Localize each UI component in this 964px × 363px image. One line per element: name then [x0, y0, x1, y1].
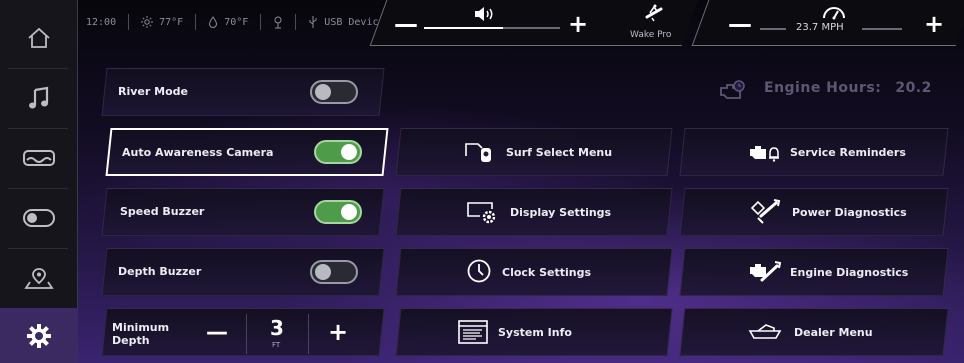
clock-icon [466, 258, 492, 288]
outside-temp: 77°F [159, 16, 184, 28]
speed-control: — 23.7 MPH + [720, 0, 956, 46]
engine-icon [718, 80, 746, 106]
speed-buzzer-toggle[interactable] [314, 200, 362, 224]
speed-minus-button[interactable]: — [728, 12, 752, 36]
min-depth-label-line1: Minimum [112, 321, 170, 334]
usb-icon [308, 15, 318, 29]
status-bar: 12:00 77°F 70°F USB Device [86, 12, 385, 32]
auto-camera-toggle[interactable] [314, 140, 362, 164]
water-drop-icon [208, 16, 218, 28]
profile-control[interactable]: Wake Pro [608, 0, 698, 46]
settings-gear-icon [27, 323, 51, 348]
home-icon [28, 27, 50, 48]
water-temp: 70°F [224, 16, 249, 28]
sun-icon [141, 16, 154, 28]
display-settings-label: Display Settings [510, 206, 612, 219]
sidebar-item-music[interactable] [0, 68, 78, 128]
volume-control: — + [388, 0, 598, 46]
speedometer-icon [822, 4, 846, 24]
speaker-icon [474, 6, 496, 26]
speed-buzzer-label: Speed Buzzer [120, 205, 205, 218]
toggle-icon [23, 209, 55, 227]
min-depth-plus-button[interactable]: + [328, 318, 348, 346]
speed-value: 23.7 MPH [796, 22, 844, 33]
min-depth-minus-button[interactable]: — [206, 320, 228, 345]
clock-time: 12:00 [86, 16, 117, 28]
min-depth-unit: FT [272, 341, 281, 349]
depth-buzzer-label: Depth Buzzer [118, 265, 202, 278]
display-gear-icon [466, 200, 498, 228]
map-pin-icon [24, 268, 54, 289]
top-bar: 12:00 77°F 70°F USB Device — + Wake Pro … [78, 0, 964, 48]
speed-track-left [760, 28, 786, 30]
volume-minus-button[interactable]: — [394, 12, 418, 36]
app-root: 12:00 77°F 70°F USB Device — + Wake Pro … [0, 0, 964, 363]
boat-outline-icon [748, 322, 782, 344]
min-depth-label-line2: Depth [112, 334, 150, 347]
sidebar-item-home[interactable] [0, 8, 78, 68]
music-icon [29, 86, 49, 109]
battery-wrench-icon [748, 198, 782, 228]
surf-select-icon [464, 140, 494, 168]
min-depth-value: 3 [270, 316, 284, 340]
engine-diagnostics-label: Engine Diagnostics [790, 266, 909, 279]
dealer-menu-label: Dealer Menu [794, 326, 873, 339]
sidebar-item-toggles[interactable] [0, 188, 78, 248]
wakeboard-icon [644, 4, 664, 26]
engine-bell-icon [748, 140, 782, 168]
auto-camera-label: Auto Awareness Camera [122, 146, 274, 159]
system-info-icon [458, 320, 488, 348]
river-mode-toggle[interactable] [310, 80, 358, 104]
service-reminders-label: Service Reminders [790, 146, 906, 159]
depth-buzzer-toggle[interactable] [310, 260, 358, 284]
engine-hours-label: Engine Hours: [764, 80, 882, 96]
usb-label: USB Device [324, 16, 385, 28]
power-diagnostics-label: Power Diagnostics [792, 206, 907, 219]
profile-label: Wake Pro [630, 30, 672, 40]
engine-hours-value: 20.2 [895, 80, 932, 96]
river-mode-label: River Mode [118, 85, 188, 98]
min-depth-label: Minimum Depth [112, 321, 169, 347]
surf-select-label: Surf Select Menu [506, 146, 613, 159]
sidebar-item-map[interactable] [0, 248, 78, 308]
engine-wrench-icon [748, 258, 782, 288]
clock-settings-label: Clock Settings [502, 266, 591, 279]
system-info-label: System Info [498, 326, 572, 339]
engine-hours: Engine Hours: 20.2 [764, 80, 932, 96]
sidebar-item-settings[interactable] [0, 308, 78, 363]
speed-plus-button[interactable]: + [924, 12, 944, 36]
gps-icon [273, 15, 283, 29]
volume-level-fill [424, 27, 503, 29]
sidebar [0, 0, 78, 363]
speed-track-right [862, 28, 902, 30]
boat-icon [23, 150, 55, 166]
sidebar-item-boat[interactable] [0, 128, 78, 188]
volume-plus-button[interactable]: + [568, 12, 588, 36]
